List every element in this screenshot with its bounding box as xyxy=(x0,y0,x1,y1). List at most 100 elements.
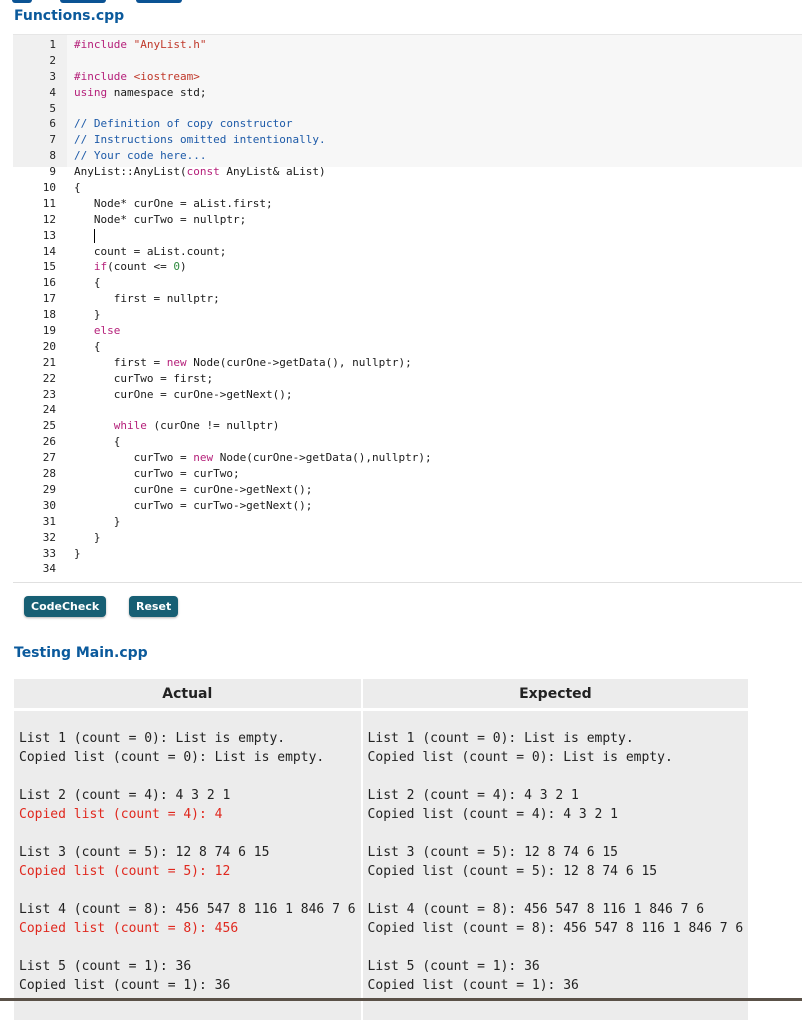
code-text[interactable]: if(count <= 0) xyxy=(74,259,187,275)
line-number: 26 xyxy=(42,435,56,449)
code-token: AnyList::AnyList( xyxy=(74,165,187,179)
code-text[interactable]: { xyxy=(74,275,101,291)
code-line[interactable]: 25 while (curOne != nullptr) xyxy=(13,418,802,434)
code-line[interactable]: 26 { xyxy=(13,434,802,450)
code-line[interactable]: 20 { xyxy=(13,339,802,355)
line-number: 8 xyxy=(49,149,56,163)
code-token: curOne = curOne->getNext(); xyxy=(74,387,293,401)
code-token: { xyxy=(74,435,121,449)
code-text[interactable]: #include <iostream> xyxy=(74,69,200,85)
line-number: 12 xyxy=(42,212,56,226)
code-text[interactable]: } xyxy=(74,307,101,323)
code-text[interactable]: // Instructions omitted intentionally. xyxy=(74,132,326,148)
code-line[interactable]: 3 #include <iostream> xyxy=(13,69,802,85)
code-text[interactable]: using namespace std; xyxy=(74,85,206,101)
top-tab[interactable] xyxy=(136,0,182,3)
code-line[interactable]: 10 { xyxy=(13,180,802,196)
code-line[interactable]: 6 // Definition of copy constructor xyxy=(13,116,802,132)
code-line[interactable]: 12 Node* curTwo = nullptr; xyxy=(13,212,802,228)
code-text[interactable]: // Definition of copy constructor xyxy=(74,116,293,132)
code-token: new xyxy=(193,451,214,465)
code-line[interactable]: 9 AnyList::AnyList(const AnyList& aList) xyxy=(13,164,802,180)
code-text[interactable]: // Your code here... xyxy=(74,148,206,164)
line-number: 33 xyxy=(42,546,56,560)
code-text[interactable]: Node* curTwo = nullptr; xyxy=(74,212,246,228)
reset-button[interactable]: Reset xyxy=(129,596,179,617)
code-token: <iostream> xyxy=(133,69,200,83)
line-number: 18 xyxy=(42,308,56,322)
line-number: 13 xyxy=(42,228,56,242)
codecheck-button[interactable]: CodeCheck xyxy=(24,596,107,617)
code-line[interactable]: 31 } xyxy=(13,514,802,530)
top-tab[interactable] xyxy=(60,0,106,3)
code-text[interactable]: curTwo = new Node(curOne->getData(),null… xyxy=(74,450,432,466)
code-line[interactable]: 23 curOne = curOne->getNext(); xyxy=(13,387,802,403)
code-line[interactable]: 17 first = nullptr; xyxy=(13,291,802,307)
code-lines[interactable]: 1 #include "AnyList.h" 2 3 #include <iostrea… xyxy=(13,37,802,577)
code-line[interactable]: 22 curTwo = first; xyxy=(13,371,802,387)
code-text[interactable]: else xyxy=(74,323,121,339)
code-line[interactable]: 14 count = aList.count; xyxy=(13,244,802,260)
output-block: List 3 (count = 5): 12 8 74 6 15 Copied l… xyxy=(368,843,744,881)
header-expected: Expected xyxy=(362,679,749,711)
code-editor[interactable]: 1 #include "AnyList.h" 2 3 #include <iostrea… xyxy=(13,34,802,583)
code-token: AnyList& aList) xyxy=(219,165,326,179)
code-text[interactable]: curOne = curOne->getNext(); xyxy=(74,387,293,403)
code-line[interactable]: 5 xyxy=(13,101,802,117)
code-line[interactable]: 13 xyxy=(13,228,802,244)
code-line[interactable]: 28 curTwo = curTwo; xyxy=(13,466,802,482)
code-text[interactable]: } xyxy=(74,514,121,530)
code-text[interactable]: #include "AnyList.h" xyxy=(74,37,206,53)
code-line[interactable]: 15 if(count <= 0) xyxy=(13,259,802,275)
code-text[interactable]: { xyxy=(74,339,101,355)
code-line[interactable]: 21 first = new Node(curOne->getData(), n… xyxy=(13,355,802,371)
code-line[interactable]: 7 // Instructions omitted intentionally. xyxy=(13,132,802,148)
code-text[interactable]: curTwo = curTwo; xyxy=(74,466,240,482)
code-line[interactable]: 27 curTwo = new Node(curOne->getData(),n… xyxy=(13,450,802,466)
output-line: List 4 (count = 8): 456 547 8 116 1 846 … xyxy=(367,902,705,917)
top-tab-strip xyxy=(0,0,200,4)
code-token: curTwo = xyxy=(74,451,194,465)
code-line[interactable]: 33} xyxy=(13,546,802,562)
code-text[interactable]: count = aList.count; xyxy=(74,244,226,260)
code-line[interactable]: 11 Node* curOne = aList.first; xyxy=(13,196,802,212)
code-line[interactable]: 32 } xyxy=(13,530,802,546)
code-line[interactable]: 30 curTwo = curTwo->getNext(); xyxy=(13,498,802,514)
code-text[interactable]: { xyxy=(74,434,121,450)
code-token: else xyxy=(93,324,121,338)
code-text[interactable]: first = nullptr; xyxy=(74,291,220,307)
code-line[interactable]: 34 xyxy=(13,561,802,577)
output-line: Copied list (count = 1): 36 xyxy=(367,978,579,993)
code-text[interactable]: first = new Node(curOne->getData(), null… xyxy=(74,355,412,371)
output-line: List 2 (count = 4): 4 3 2 1 xyxy=(19,788,231,803)
code-text[interactable]: { xyxy=(74,180,81,196)
code-line[interactable]: 1 #include "AnyList.h" xyxy=(13,37,802,53)
code-text[interactable] xyxy=(74,228,96,244)
code-line[interactable]: 16 { xyxy=(13,275,802,291)
code-line[interactable]: 29 curOne = curOne->getNext(); xyxy=(13,482,802,498)
line-number: 27 xyxy=(42,451,56,465)
output-line-mismatch: Copied list (count = 5): 12 xyxy=(19,864,231,879)
code-line[interactable]: 24 xyxy=(13,402,802,418)
code-line[interactable]: 19 else xyxy=(13,323,802,339)
code-text[interactable]: curTwo = first; xyxy=(74,371,213,387)
code-line[interactable]: 18 } xyxy=(13,307,802,323)
code-text[interactable]: while (curOne != nullptr) xyxy=(74,418,280,434)
code-token: 0 xyxy=(173,260,180,274)
code-text[interactable]: AnyList::AnyList(const AnyList& aList) xyxy=(74,164,326,180)
code-text[interactable]: } xyxy=(74,546,81,562)
code-text[interactable]: } xyxy=(74,530,101,546)
code-text[interactable]: curTwo = curTwo->getNext(); xyxy=(74,498,313,514)
actual-output: List 1 (count = 0): List is empty. Copied… xyxy=(14,711,363,1020)
line-number: 15 xyxy=(42,260,56,274)
top-tab[interactable] xyxy=(12,0,32,3)
code-token: curTwo = first; xyxy=(74,371,214,385)
code-line[interactable]: 4 using namespace std; xyxy=(13,85,802,101)
code-line[interactable]: 2 xyxy=(13,53,802,69)
code-text[interactable]: Node* curOne = aList.first; xyxy=(74,196,273,212)
code-token: curOne = curOne->getNext(); xyxy=(74,482,313,496)
output-block: List 2 (count = 4): 4 3 2 1 Copied list (… xyxy=(19,786,356,824)
code-text[interactable]: curOne = curOne->getNext(); xyxy=(74,482,313,498)
code-line[interactable]: 8 // Your code here... xyxy=(13,148,802,164)
